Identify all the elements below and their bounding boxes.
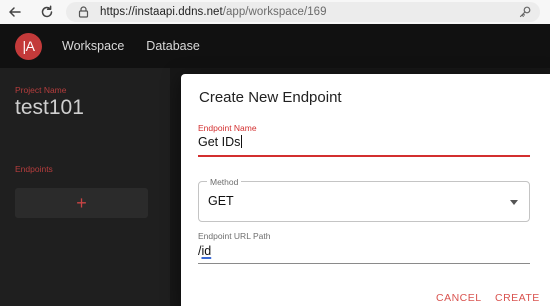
url-path-word: id	[201, 244, 212, 258]
menu-database[interactable]: Database	[146, 39, 200, 53]
dropdown-arrow-icon[interactable]	[510, 200, 518, 205]
endpoint-name-underline	[198, 155, 530, 157]
project-name: test101	[15, 96, 84, 119]
add-endpoint-button[interactable]: +	[15, 188, 148, 218]
key-icon[interactable]	[518, 5, 532, 19]
method-value: GET	[208, 194, 234, 208]
url-path-underline	[198, 263, 530, 264]
dialog-title: Create New Endpoint	[199, 89, 342, 106]
app-logo[interactable]: |A	[15, 32, 42, 60]
text-caret	[241, 135, 243, 148]
endpoints-label: Endpoints	[15, 164, 53, 174]
method-select[interactable]	[198, 181, 530, 222]
browser-toolbar: https://instaapi.ddns.net/app/workspace/…	[0, 0, 550, 24]
endpoint-name-label: Endpoint Name	[198, 123, 257, 133]
url-text[interactable]: https://instaapi.ddns.net/app/workspace/…	[100, 6, 327, 18]
lock-icon[interactable]	[76, 5, 90, 19]
address-bar[interactable]: https://instaapi.ddns.net/app/workspace/…	[66, 2, 540, 22]
back-arrow-icon[interactable]	[5, 2, 25, 22]
url-path: /app/workspace/169	[222, 6, 327, 18]
endpoint-name-value: Get IDs	[198, 135, 241, 149]
create-button[interactable]: CREATE	[495, 292, 540, 304]
url-host: https://instaapi.ddns.net	[100, 6, 223, 18]
project-name-label: Project Name	[15, 85, 67, 95]
create-endpoint-dialog: Create New Endpoint Endpoint Name Get ID…	[181, 74, 550, 306]
url-path-label: Endpoint URL Path	[198, 231, 271, 241]
method-label: Method	[207, 177, 242, 187]
project-sidebar: Project Name test101 Endpoints +	[0, 68, 170, 306]
plus-icon: +	[76, 192, 87, 213]
url-path-input[interactable]: /id	[198, 244, 211, 258]
endpoint-name-input[interactable]: Get IDs	[198, 135, 243, 149]
reload-icon[interactable]	[37, 2, 57, 22]
menu-workspace[interactable]: Workspace	[62, 39, 124, 53]
cancel-button[interactable]: CANCEL	[436, 292, 482, 304]
app-header: |A Workspace Database	[0, 24, 550, 68]
